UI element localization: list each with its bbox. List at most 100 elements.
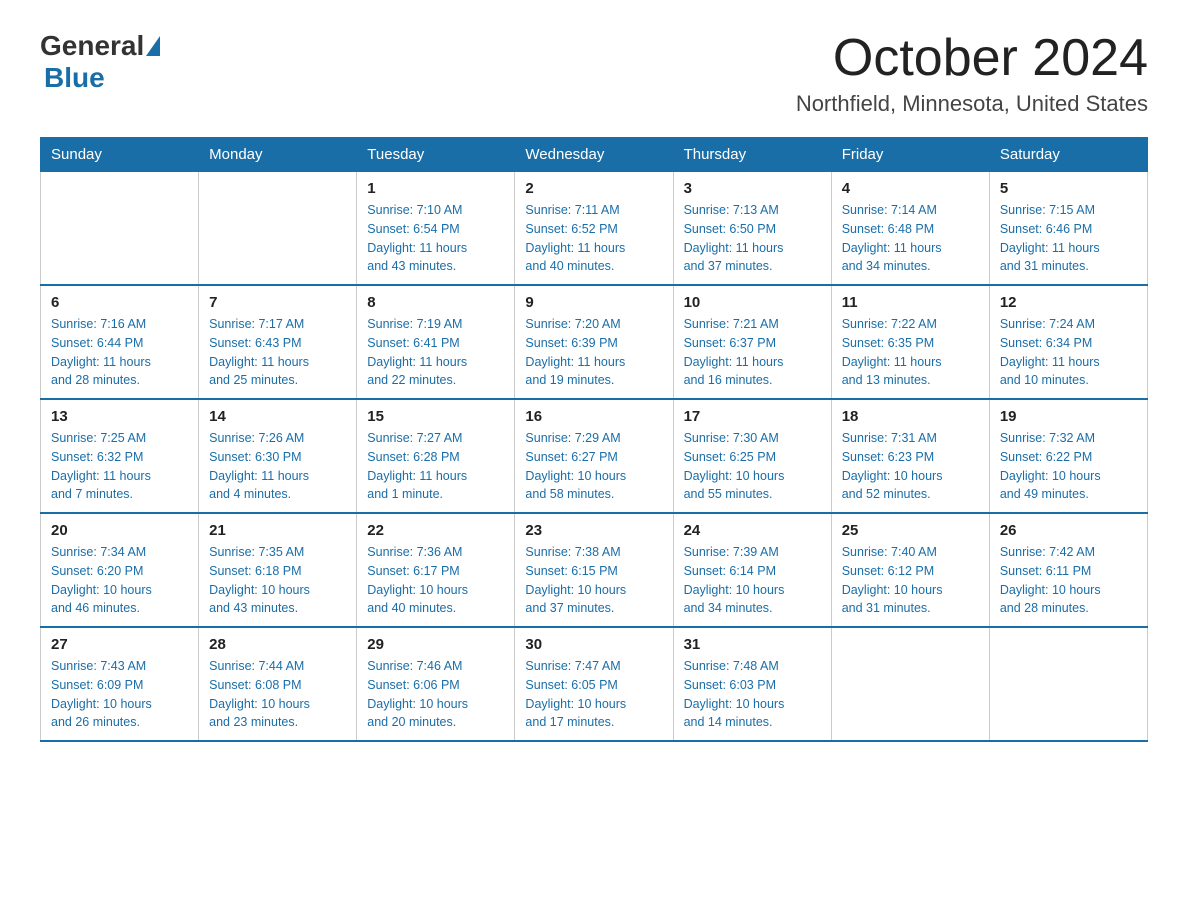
header-sunday: Sunday [41,138,199,172]
calendar-cell: 5 Sunrise: 7:15 AM Sunset: 6:46 PM Daylig… [989,172,1147,286]
calendar-cell: 25 Sunrise: 7:40 AM Sunset: 6:12 PM Dayli… [831,513,989,627]
calendar-week-2: 6 Sunrise: 7:16 AM Sunset: 6:44 PM Daylig… [41,285,1148,399]
header-saturday: Saturday [989,138,1147,172]
day-info: Sunrise: 7:10 AM Sunset: 6:54 PM Dayligh… [367,201,504,276]
calendar-week-4: 20 Sunrise: 7:34 AM Sunset: 6:20 PM Dayli… [41,513,1148,627]
day-info: Sunrise: 7:11 AM Sunset: 6:52 PM Dayligh… [525,201,662,276]
calendar-cell: 12 Sunrise: 7:24 AM Sunset: 6:34 PM Dayli… [989,285,1147,399]
day-info: Sunrise: 7:16 AM Sunset: 6:44 PM Dayligh… [51,315,188,390]
day-number: 26 [1000,522,1137,539]
day-info: Sunrise: 7:43 AM Sunset: 6:09 PM Dayligh… [51,657,188,732]
day-info: Sunrise: 7:31 AM Sunset: 6:23 PM Dayligh… [842,429,979,504]
day-number: 31 [684,636,821,653]
logo-blue-text: Blue [44,62,105,93]
day-number: 10 [684,294,821,311]
calendar-cell: 1 Sunrise: 7:10 AM Sunset: 6:54 PM Daylig… [357,172,515,286]
calendar-cell: 8Sunrise: 7:19 AM Sunset: 6:41 PM Daylig… [357,285,515,399]
calendar-cell: 29Sunrise: 7:46 AM Sunset: 6:06 PM Dayli… [357,627,515,741]
calendar-body: 1 Sunrise: 7:10 AM Sunset: 6:54 PM Daylig… [41,172,1148,742]
calendar-cell [831,627,989,741]
calendar-cell: 18 Sunrise: 7:31 AM Sunset: 6:23 PM Dayli… [831,399,989,513]
calendar-cell: 31 Sunrise: 7:48 AM Sunset: 6:03 PM Dayli… [673,627,831,741]
title-section: October 2024 Northfield, Minnesota, Unit… [796,30,1148,117]
day-number: 22 [367,522,504,539]
day-info: Sunrise: 7:40 AM Sunset: 6:12 PM Dayligh… [842,543,979,618]
day-info: Sunrise: 7:39 AM Sunset: 6:14 PM Dayligh… [684,543,821,618]
calendar-cell: 17 Sunrise: 7:30 AM Sunset: 6:25 PM Dayli… [673,399,831,513]
logo: General Blue [40,30,162,94]
day-number: 19 [1000,408,1137,425]
day-number: 17 [684,408,821,425]
day-info: Sunrise: 7:24 AM Sunset: 6:34 PM Dayligh… [1000,315,1137,390]
day-number: 24 [684,522,821,539]
calendar-cell: 22 Sunrise: 7:36 AM Sunset: 6:17 PM Dayli… [357,513,515,627]
header-thursday: Thursday [673,138,831,172]
day-number: 29 [367,636,504,653]
calendar-week-3: 13Sunrise: 7:25 AM Sunset: 6:32 PM Dayli… [41,399,1148,513]
logo-general-text: General [40,30,144,62]
calendar-cell: 11 Sunrise: 7:22 AM Sunset: 6:35 PM Dayli… [831,285,989,399]
day-number: 20 [51,522,188,539]
day-number: 30 [525,636,662,653]
day-info: Sunrise: 7:32 AM Sunset: 6:22 PM Dayligh… [1000,429,1137,504]
day-number: 3 [684,180,821,197]
calendar-cell [989,627,1147,741]
calendar-cell: 4Sunrise: 7:14 AM Sunset: 6:48 PM Daylig… [831,172,989,286]
day-info: Sunrise: 7:29 AM Sunset: 6:27 PM Dayligh… [525,429,662,504]
day-info: Sunrise: 7:30 AM Sunset: 6:25 PM Dayligh… [684,429,821,504]
location-title: Northfield, Minnesota, United States [796,91,1148,117]
day-number: 25 [842,522,979,539]
calendar-cell: 10Sunrise: 7:21 AM Sunset: 6:37 PM Dayli… [673,285,831,399]
calendar-cell: 6 Sunrise: 7:16 AM Sunset: 6:44 PM Daylig… [41,285,199,399]
day-number: 21 [209,522,346,539]
day-info: Sunrise: 7:13 AM Sunset: 6:50 PM Dayligh… [684,201,821,276]
calendar-cell: 30Sunrise: 7:47 AM Sunset: 6:05 PM Dayli… [515,627,673,741]
day-info: Sunrise: 7:42 AM Sunset: 6:11 PM Dayligh… [1000,543,1137,618]
calendar-cell: 9Sunrise: 7:20 AM Sunset: 6:39 PM Daylig… [515,285,673,399]
day-number: 16 [525,408,662,425]
day-number: 6 [51,294,188,311]
calendar-cell: 19 Sunrise: 7:32 AM Sunset: 6:22 PM Dayli… [989,399,1147,513]
calendar-cell: 27Sunrise: 7:43 AM Sunset: 6:09 PM Dayli… [41,627,199,741]
day-info: Sunrise: 7:38 AM Sunset: 6:15 PM Dayligh… [525,543,662,618]
day-info: Sunrise: 7:15 AM Sunset: 6:46 PM Dayligh… [1000,201,1137,276]
calendar-week-5: 27Sunrise: 7:43 AM Sunset: 6:09 PM Dayli… [41,627,1148,741]
day-info: Sunrise: 7:27 AM Sunset: 6:28 PM Dayligh… [367,429,504,504]
day-number: 18 [842,408,979,425]
day-number: 5 [1000,180,1137,197]
day-number: 8 [367,294,504,311]
day-headers-row: Sunday Monday Tuesday Wednesday Thursday… [41,138,1148,172]
day-number: 12 [1000,294,1137,311]
calendar-cell: 14Sunrise: 7:26 AM Sunset: 6:30 PM Dayli… [199,399,357,513]
day-info: Sunrise: 7:26 AM Sunset: 6:30 PM Dayligh… [209,429,346,504]
day-number: 1 [367,180,504,197]
day-number: 11 [842,294,979,311]
calendar-cell: 13Sunrise: 7:25 AM Sunset: 6:32 PM Dayli… [41,399,199,513]
day-info: Sunrise: 7:22 AM Sunset: 6:35 PM Dayligh… [842,315,979,390]
calendar-week-1: 1 Sunrise: 7:10 AM Sunset: 6:54 PM Daylig… [41,172,1148,286]
calendar-cell: 21 Sunrise: 7:35 AM Sunset: 6:18 PM Dayli… [199,513,357,627]
day-info: Sunrise: 7:44 AM Sunset: 6:08 PM Dayligh… [209,657,346,732]
day-number: 23 [525,522,662,539]
day-info: Sunrise: 7:48 AM Sunset: 6:03 PM Dayligh… [684,657,821,732]
calendar-cell: 7Sunrise: 7:17 AM Sunset: 6:43 PM Daylig… [199,285,357,399]
calendar-cell: 16 Sunrise: 7:29 AM Sunset: 6:27 PM Dayli… [515,399,673,513]
page-header: General Blue October 2024 Northfield, Mi… [40,30,1148,117]
calendar-cell: 3 Sunrise: 7:13 AM Sunset: 6:50 PM Daylig… [673,172,831,286]
day-number: 15 [367,408,504,425]
calendar-cell: 28Sunrise: 7:44 AM Sunset: 6:08 PM Dayli… [199,627,357,741]
day-info: Sunrise: 7:20 AM Sunset: 6:39 PM Dayligh… [525,315,662,390]
day-info: Sunrise: 7:36 AM Sunset: 6:17 PM Dayligh… [367,543,504,618]
header-monday: Monday [199,138,357,172]
calendar-cell: 2Sunrise: 7:11 AM Sunset: 6:52 PM Daylig… [515,172,673,286]
header-wednesday: Wednesday [515,138,673,172]
calendar-cell [41,172,199,286]
calendar-cell: 26 Sunrise: 7:42 AM Sunset: 6:11 PM Dayli… [989,513,1147,627]
day-info: Sunrise: 7:14 AM Sunset: 6:48 PM Dayligh… [842,201,979,276]
day-info: Sunrise: 7:34 AM Sunset: 6:20 PM Dayligh… [51,543,188,618]
day-info: Sunrise: 7:35 AM Sunset: 6:18 PM Dayligh… [209,543,346,618]
calendar-cell: 23 Sunrise: 7:38 AM Sunset: 6:15 PM Dayli… [515,513,673,627]
calendar-cell [199,172,357,286]
calendar-cell: 15 Sunrise: 7:27 AM Sunset: 6:28 PM Dayli… [357,399,515,513]
header-tuesday: Tuesday [357,138,515,172]
